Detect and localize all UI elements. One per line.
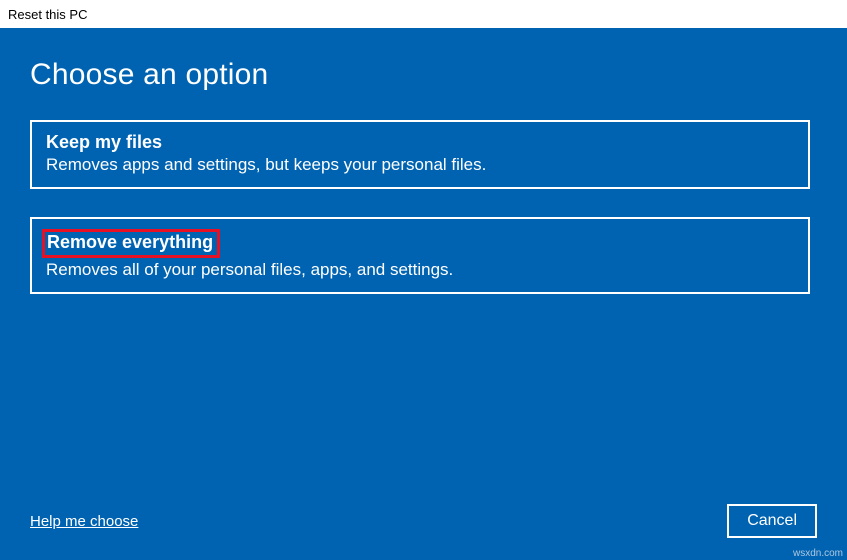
help-me-choose-link[interactable]: Help me choose [30, 513, 138, 530]
option-keep-my-files[interactable]: Keep my files Removes apps and settings,… [30, 120, 810, 189]
option-title: Remove everything [47, 232, 213, 252]
page-heading: Choose an option [30, 58, 817, 92]
window-titlebar: Reset this PC [0, 0, 847, 28]
option-description: Removes all of your personal files, apps… [46, 260, 794, 280]
option-title-highlight: Remove everything [42, 229, 220, 258]
option-description: Removes apps and settings, but keeps you… [46, 155, 794, 175]
option-remove-everything[interactable]: Remove everything Removes all of your pe… [30, 217, 810, 294]
watermark: wsxdn.com [793, 548, 843, 559]
cancel-button[interactable]: Cancel [727, 504, 817, 538]
footer: Help me choose Cancel [30, 504, 817, 538]
option-title-wrap: Keep my files [46, 132, 162, 153]
option-title: Keep my files [46, 132, 162, 152]
main-panel: Choose an option Keep my files Removes a… [0, 28, 847, 560]
window-title: Reset this PC [8, 7, 87, 22]
